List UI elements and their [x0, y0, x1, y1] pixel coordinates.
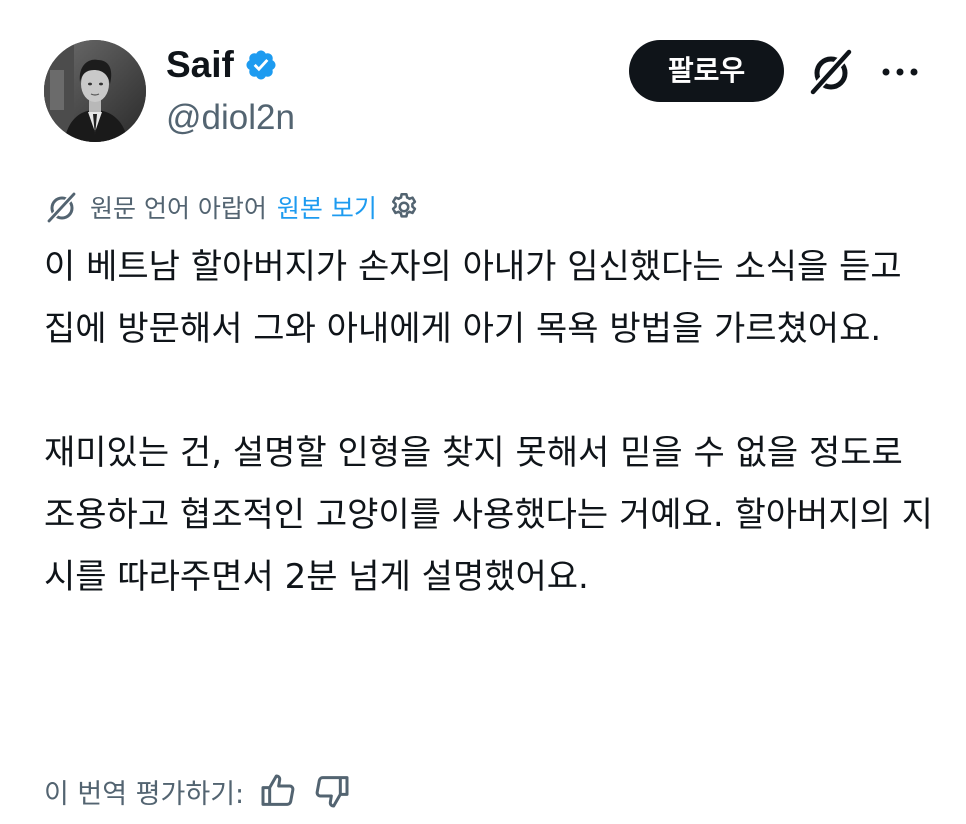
tweet-paragraph: 재미있는 건, 설명할 인형을 찾지 못해서 믿을 수 없을 정도로 조용하고 …: [44, 433, 933, 597]
avatar[interactable]: [44, 40, 146, 142]
follow-button[interactable]: 팔로우: [629, 40, 784, 102]
rate-translation-bar: 이 번역 평가하기:: [44, 768, 352, 814]
more-icon[interactable]: [878, 52, 922, 92]
tweet-detail: Saif @diol2n 팔로우 원문 언어 아랍어 원본 보기 이 베트남 할…: [0, 0, 966, 824]
author-display-name[interactable]: Saif: [166, 42, 234, 88]
gear-icon[interactable]: [387, 190, 421, 224]
avatar-image: [44, 40, 146, 142]
verified-badge-icon: [246, 50, 276, 80]
translation-notice: 원문 언어 아랍어: [90, 194, 267, 223]
rate-translation-label: 이 번역 평가하기:: [44, 778, 245, 810]
grok-icon[interactable]: [805, 46, 857, 98]
show-original-link[interactable]: 원본 보기: [277, 189, 377, 225]
author-handle[interactable]: @diol2n: [166, 96, 295, 140]
thumbs-up-icon[interactable]: [258, 771, 298, 811]
translation-bar: 원문 언어 아랍어 원본 보기: [44, 186, 421, 228]
grok-icon: [47, 192, 76, 223]
author-name-row[interactable]: Saif: [166, 42, 278, 88]
tweet-text: 이 베트남 할아버지가 손자의 아내가 임신했다는 소식을 듣고 집에 방문해서…: [44, 236, 934, 608]
thumbs-down-icon[interactable]: [312, 771, 352, 811]
tweet-paragraph: 이 베트남 할아버지가 손자의 아내가 임신했다는 소식을 듣고 집에 방문해서…: [44, 247, 902, 349]
